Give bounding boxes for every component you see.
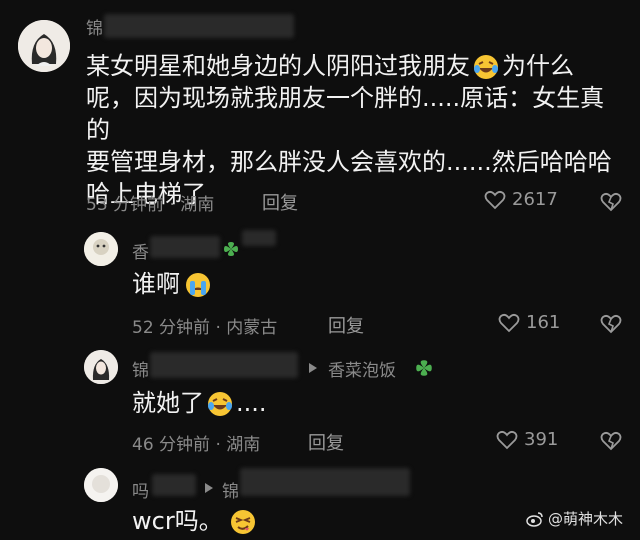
like-count: 391 [524,429,559,450]
redacted-username [240,468,410,496]
like-count: 2617 [512,189,558,210]
redacted-username [104,14,294,38]
avatar-illustration [84,468,118,502]
avatar-illustration [84,232,118,266]
username[interactable]: 锦 [132,356,149,381]
redacted-username [150,352,298,378]
avatar[interactable] [84,350,118,384]
reply-button[interactable]: 回复 [328,312,364,338]
avatar[interactable] [84,232,118,266]
broken-heart-icon[interactable] [600,192,622,212]
username[interactable]: 锦 [86,14,103,39]
clover-icon [416,360,432,376]
reply-to-username[interactable]: 香菜泡饭 [328,356,396,381]
time-location: 46 分钟前 · 湖南 [132,435,261,455]
reply-button[interactable]: 回复 [262,189,298,215]
comment-text: 谁啊 [132,268,212,300]
avatar-illustration [18,20,70,72]
reply-button[interactable]: 回复 [308,429,344,455]
comment-text: wcr吗。 [132,505,257,537]
sob-emoji [186,273,210,297]
squint-emoji [230,510,255,534]
comment-text: 就她了.... [132,389,267,417]
time-location: 52 分钟前 · 内蒙古 [132,318,278,338]
watermark: @萌神木木 [526,508,623,529]
broken-heart-icon[interactable] [600,431,622,451]
reply-to-username[interactable]: 锦 [222,477,239,502]
username[interactable]: 香 [132,238,149,263]
heart-outline-icon [498,313,520,332]
time-location: 53 分钟前 · 湖南 [86,195,215,215]
broken-heart-icon[interactable] [600,314,622,334]
like-button[interactable]: 161 [498,312,560,333]
avatar[interactable] [18,20,70,72]
like-count: 161 [526,312,561,333]
username[interactable]: 吗 [132,477,149,502]
like-button[interactable]: 2617 [484,189,558,210]
reply-arrow-icon [309,363,317,373]
clover-icon [224,242,238,256]
weibo-icon [526,511,543,527]
laugh-cry-emoji [474,55,498,79]
laugh-cry-emoji [208,392,232,416]
reply-arrow-icon [205,483,213,493]
heart-outline-icon [496,430,518,449]
redacted-username [150,236,220,258]
redacted-username [152,474,196,496]
heart-outline-icon [484,190,506,209]
watermark-text: @萌神木木 [548,510,624,528]
like-button[interactable]: 391 [496,429,558,450]
redacted-text [242,230,276,246]
comment-text: 某女明星和她身边的人阴阳过我朋友 为什么 呢，因为现场就我朋友一个胖的.....原… [86,52,612,208]
avatar[interactable] [84,468,118,502]
avatar-illustration [84,350,118,384]
